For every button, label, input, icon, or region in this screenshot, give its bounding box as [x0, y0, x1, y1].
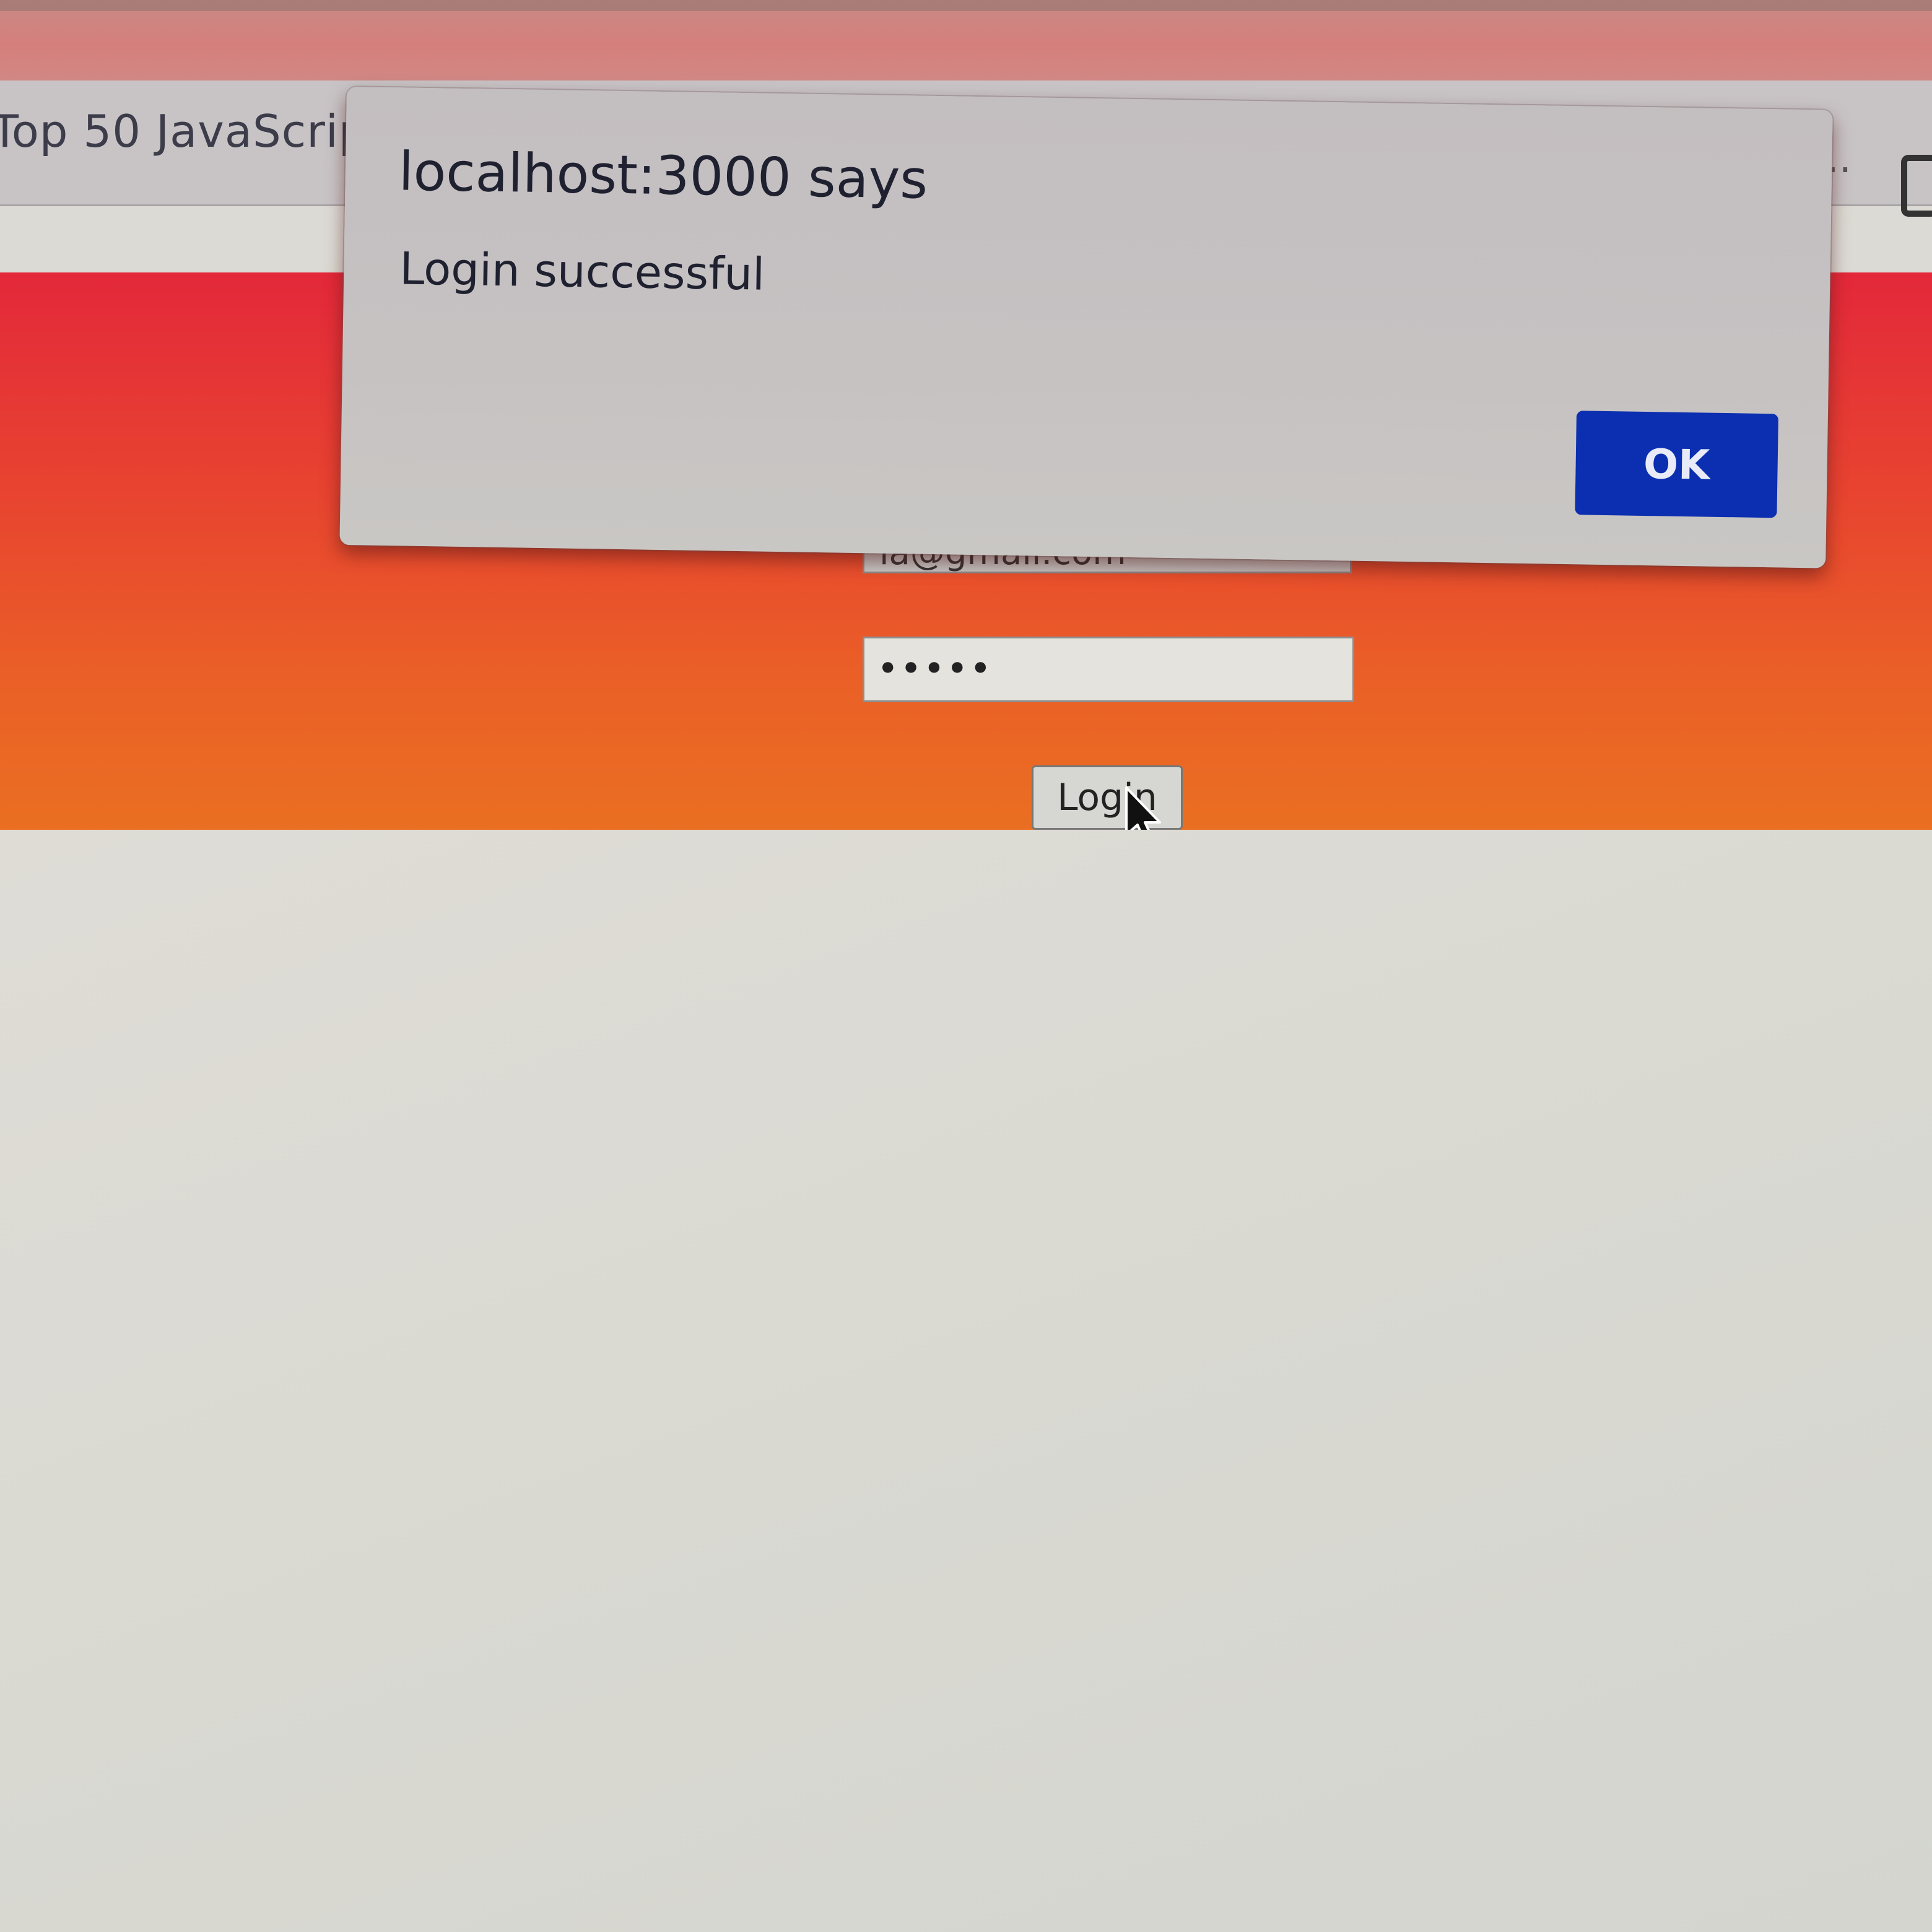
extension-icon[interactable] [1901, 155, 1932, 217]
alert-dialog: localhost:3000 says Login successful OK [339, 87, 1833, 568]
ok-button[interactable]: OK [1575, 411, 1778, 518]
password-field[interactable]: ••••• [863, 637, 1354, 702]
dialog-title: localhost:3000 says [398, 141, 928, 211]
bookmark-item[interactable]: Top 50 JavaScrip [0, 105, 368, 157]
page-body [0, 830, 1932, 1932]
dialog-message: Login successful [399, 242, 765, 300]
tab-strip [0, 0, 1932, 11]
